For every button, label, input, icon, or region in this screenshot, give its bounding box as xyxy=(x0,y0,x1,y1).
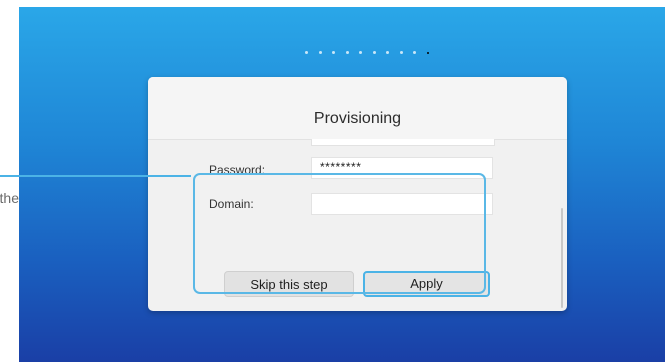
progress-dot xyxy=(332,51,335,54)
provisioning-dialog: Provisioning Password: ******** Domain: … xyxy=(148,77,567,311)
progress-dot xyxy=(413,51,416,54)
domain-label: Domain: xyxy=(209,197,254,211)
password-label: Password: xyxy=(209,163,266,177)
callout-text-fragment: the xyxy=(0,190,19,206)
progress-dot xyxy=(318,51,322,54)
apply-button[interactable]: Apply xyxy=(363,271,490,297)
previous-field-edge xyxy=(311,139,495,146)
skip-this-step-button[interactable]: Skip this step xyxy=(224,271,354,297)
progress-dot xyxy=(386,51,389,54)
screenshot-stage: the Provisioning Password: ******** Doma… xyxy=(0,0,665,362)
dialog-scrollbar[interactable] xyxy=(561,208,563,308)
callout-line xyxy=(0,175,191,177)
password-field[interactable]: ******** xyxy=(311,157,493,179)
progress-dot xyxy=(372,51,376,54)
progress-indicator xyxy=(305,51,429,54)
provisioning-screen: Provisioning Password: ******** Domain: … xyxy=(19,7,665,362)
dialog-header: Provisioning xyxy=(148,77,567,140)
progress-dot xyxy=(305,51,308,54)
progress-dot xyxy=(399,51,403,54)
progress-dot-active xyxy=(426,51,429,54)
progress-dot xyxy=(345,51,349,54)
domain-field[interactable] xyxy=(311,193,493,215)
progress-dot xyxy=(359,51,362,54)
dialog-title: Provisioning xyxy=(313,110,402,127)
